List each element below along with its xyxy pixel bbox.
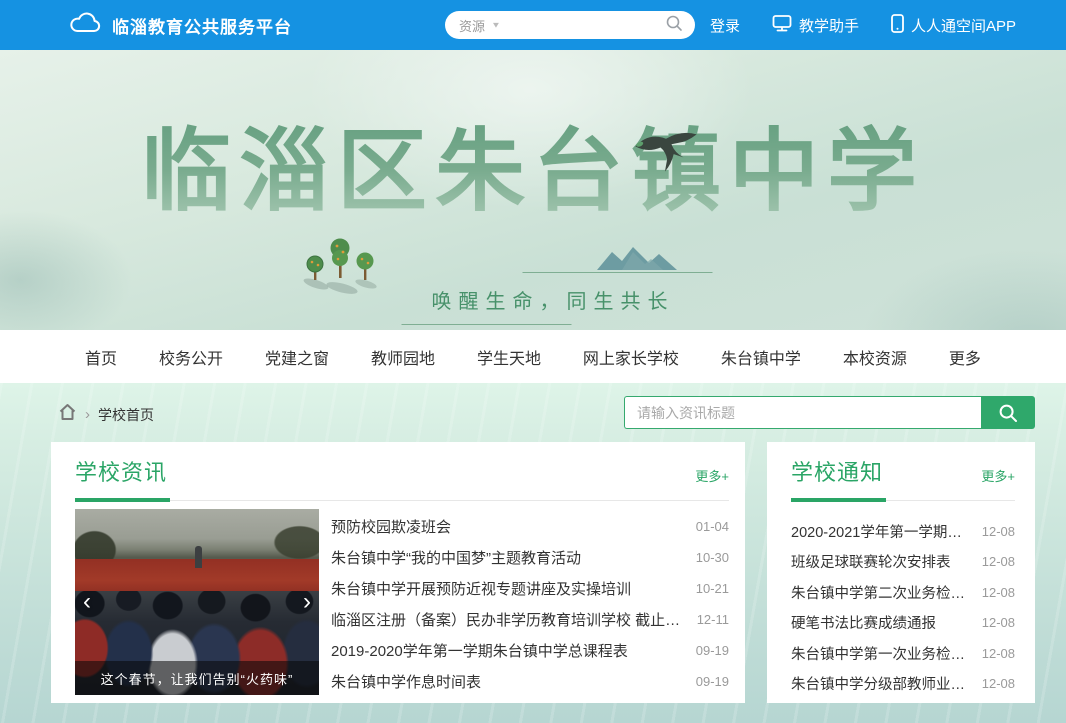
news-search [624,396,1035,429]
notice-item-title: 朱台镇中学第一次业务检查的 [791,643,972,664]
news-item-date: 10-21 [696,581,729,596]
notice-item-date: 12-08 [982,615,1015,630]
notice-item-date: 12-08 [982,676,1015,691]
news-carousel[interactable]: 这个春节，让我们告别“火药味” ‹ › [75,509,319,695]
search-icon[interactable] [665,14,683,37]
carousel-prev-arrow[interactable]: ‹ [83,590,91,614]
nav-item-school-affairs[interactable]: 校务公开 [159,345,223,369]
search-scope-select[interactable]: 资源 [459,16,485,35]
app-link[interactable]: 人人通空间APP [891,14,1016,37]
nav-item-students[interactable]: 学生天地 [477,345,541,369]
notice-list-item[interactable]: 硬笔书法比赛成绩通报 12-08 [791,608,1015,639]
notice-list-item[interactable]: 班级足球联赛轮次安排表 12-08 [791,547,1015,578]
news-item-title: 朱台镇中学作息时间表 [331,671,481,692]
app-link-label: 人人通空间APP [911,15,1016,36]
news-section-title: 学校资讯 [75,455,167,487]
carousel-caption[interactable]: 这个春节，让我们告别“火药味” [75,661,319,695]
news-item-title: 预防校园欺凌班会 [331,516,451,537]
notice-item-date: 12-08 [982,585,1015,600]
news-list-item[interactable]: 朱台镇中学“我的中国梦”主题教育活动 10-30 [331,542,729,573]
main-navigation: 首页 校务公开 党建之窗 教师园地 学生天地 网上家长学校 朱台镇中学 本校资源… [0,330,1066,383]
news-item-date: 12-11 [697,612,729,627]
news-search-input[interactable] [624,396,981,429]
notice-list-item[interactable]: 朱台镇中学分级部教师业务展 12-08 [791,669,1015,700]
news-item-title: 2019-2020学年第一学期朱台镇中学总课程表 [331,640,628,661]
news-search-button[interactable] [981,396,1035,429]
nav-item-school-resources[interactable]: 本校资源 [843,345,907,369]
chevron-right-icon: › [85,406,90,423]
top-search-bar[interactable]: 资源 ▼ [445,11,695,39]
notice-list-item[interactable]: 2020-2021学年第一学期足球 12-08 [791,516,1015,547]
nav-item-teachers[interactable]: 教师园地 [371,345,435,369]
school-news-card: 学校资讯 更多+ 这个春节，让我们告别“火药味” ‹ › [51,442,745,703]
news-item-title: 临淄区注册（备案）民办非学历教育培训学校 截止2019 [331,609,687,630]
notice-list-item[interactable]: 朱台镇中学第二次业务检查的 12-08 [791,577,1015,608]
platform-title: 临淄教育公共服务平台 [112,13,292,38]
school-name-title: 临淄区朱台镇中学 [0,98,1066,228]
notice-item-date: 12-08 [982,554,1015,569]
news-item-date: 01-04 [696,519,729,534]
phone-icon [891,14,904,37]
news-list-item[interactable]: 临淄区注册（备案）民办非学历教育培训学校 截止2019 12-11 [331,604,729,635]
cloud-logo-icon [68,10,102,40]
news-list-item[interactable]: 2019-2020学年第一学期朱台镇中学总课程表 09-19 [331,635,729,666]
main-content: › 学校首页 》 学校资讯 更多+ [0,383,1066,723]
notice-item-title: 班级足球联赛轮次安排表 [791,551,951,572]
slogan-line-bottom [402,324,572,325]
news-item-date: 10-30 [696,550,729,565]
breadcrumb: › 学校首页 [58,403,154,426]
notices-more-link[interactable]: 更多+ [981,466,1015,487]
news-item-date: 09-19 [696,643,729,658]
brand-logo-link[interactable]: 临淄教育公共服务平台 [68,10,292,40]
nav-item-parent-school[interactable]: 网上家长学校 [583,345,679,369]
nav-item-more[interactable]: 更多 [949,345,981,369]
notice-list-item[interactable]: 朱台镇中学第一次业务检查的 12-08 [791,638,1015,669]
notice-item-date: 12-08 [982,646,1015,661]
teaching-assistant-link[interactable]: 教学助手 [772,14,859,36]
news-item-title: 朱台镇中学开展预防近视专题讲座及实操培训 [331,578,631,599]
notice-item-title: 硬笔书法比赛成绩通报 [791,612,936,633]
news-list: 预防校园欺凌班会 01-04 朱台镇中学“我的中国梦”主题教育活动 10-30 … [331,509,729,697]
nav-item-zhutai-school[interactable]: 朱台镇中学 [721,345,801,369]
notices-section-title: 学校通知 [791,455,883,487]
news-item-date: 09-19 [696,674,729,689]
news-list-item[interactable]: 预防校园欺凌班会 01-04 [331,511,729,542]
photo-speaker [195,546,202,568]
notice-item-title: 朱台镇中学第二次业务检查的 [791,582,972,603]
news-more-link[interactable]: 更多+ [695,466,729,487]
school-slogan: 唤醒生命，同生共长 [432,285,675,314]
trees-illustration [302,234,378,299]
mountains-illustration [597,246,677,275]
top-bar: 临淄教育公共服务平台 资源 ▼ 登录 教学助手 [0,0,1066,50]
chevron-down-icon: ▼ [491,21,501,30]
slogan-block: 唤醒生命，同生共长 [432,285,675,314]
section-underline [791,498,1015,502]
notice-item-title: 2020-2021学年第一学期足球 [791,521,972,542]
nav-item-party-building[interactable]: 党建之窗 [265,345,329,369]
nav-item-home[interactable]: 首页 [85,345,117,369]
monitor-icon [772,14,792,36]
news-list-item[interactable]: 朱台镇中学作息时间表 09-19 [331,666,729,697]
swallow-bird-icon [633,130,699,181]
home-icon[interactable] [58,403,77,426]
notice-item-date: 12-08 [982,524,1015,539]
login-link[interactable]: 登录 [710,15,740,36]
school-notices-card: 学校通知 更多+ 2020-2021学年第一学期足球 12-08 班级足球联赛轮… [767,442,1035,703]
breadcrumb-current: 学校首页 [98,405,154,425]
news-list-item[interactable]: 朱台镇中学开展预防近视专题讲座及实操培训 10-21 [331,573,729,604]
school-banner: 临淄区朱台镇中学 唤 [0,50,1066,330]
section-underline [75,498,729,502]
teaching-assistant-label: 教学助手 [799,15,859,36]
news-item-title: 朱台镇中学“我的中国梦”主题教育活动 [331,547,581,568]
slogan-line-top [523,272,713,273]
notices-list: 2020-2021学年第一学期足球 12-08 班级足球联赛轮次安排表 12-0… [791,516,1015,699]
carousel-next-arrow[interactable]: › [303,590,311,614]
notice-item-title: 朱台镇中学分级部教师业务展 [791,673,972,694]
